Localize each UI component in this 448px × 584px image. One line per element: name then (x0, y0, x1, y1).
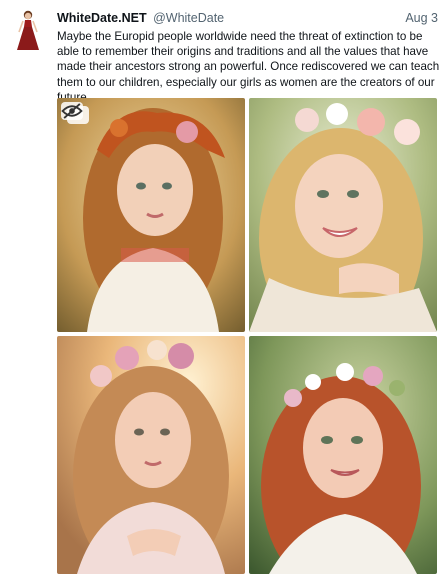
media-grid (57, 98, 437, 574)
post-text: Maybe the Europid people worldwide need … (57, 30, 440, 104)
girl-portrait-red-hair-flower-crown-icon (249, 336, 437, 574)
photo-3[interactable] (57, 336, 245, 574)
display-name[interactable]: WhiteDate.NET (57, 11, 147, 25)
photo-1[interactable] (57, 98, 245, 332)
photo-4[interactable] (249, 336, 437, 574)
eye-slash-icon[interactable] (61, 102, 83, 120)
post-header: WhiteDate.NET @WhiteDate Aug 3 (57, 10, 438, 28)
post-date[interactable]: Aug 3 (405, 10, 438, 26)
girl-portrait-rose-crown-smiling-icon (249, 98, 437, 332)
photo-2[interactable] (249, 98, 437, 332)
girl-portrait-autumn-leaf-crown-icon (57, 98, 245, 332)
woman-in-red-dress-icon (17, 10, 39, 50)
user-handle[interactable]: @WhiteDate (153, 11, 224, 25)
tweet-post[interactable]: WhiteDate.NET @WhiteDate Aug 3 Maybe the… (0, 0, 448, 584)
avatar[interactable] (12, 8, 44, 52)
girl-portrait-flower-crown-sunset-icon (57, 336, 245, 574)
